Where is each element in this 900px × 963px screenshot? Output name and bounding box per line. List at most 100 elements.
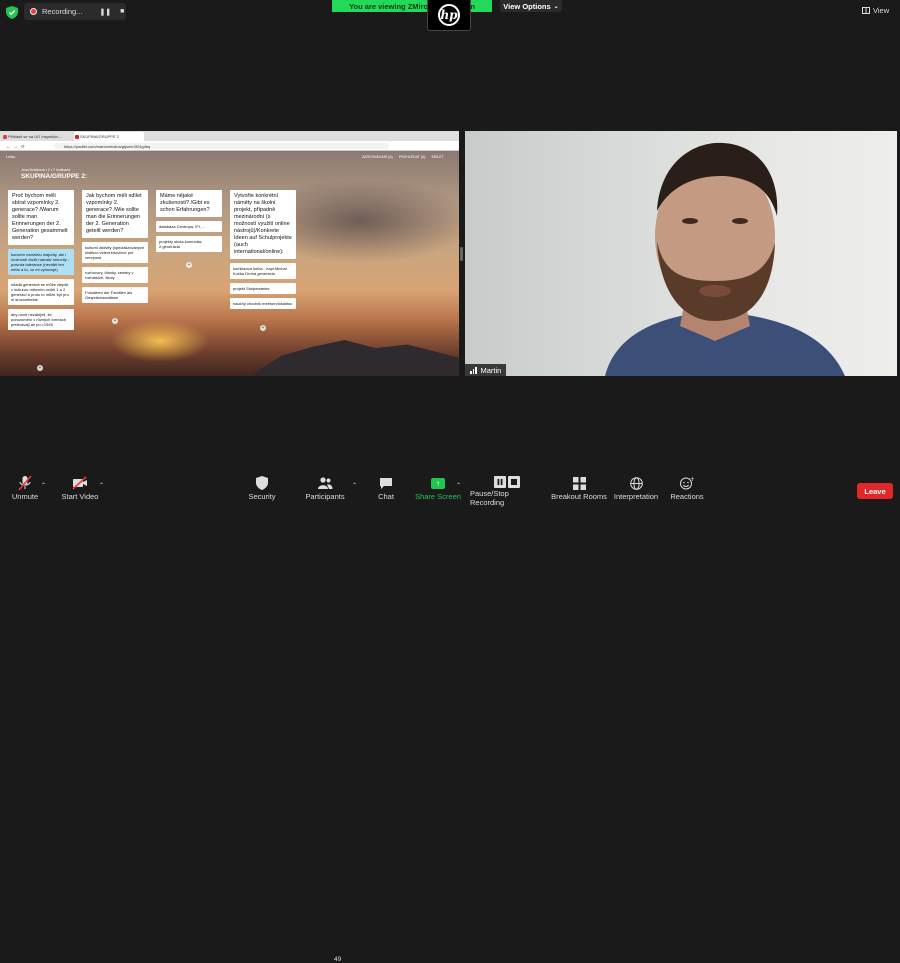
meeting-toolbar: Unmute ⌃ Start Video ⌃ Security Particip… [0, 474, 900, 963]
url-text: https://padlet.com/mariomirulina/gtjluhe… [64, 143, 151, 149]
start-video-label: Start Video [61, 492, 99, 501]
svg-text:+: + [690, 476, 694, 483]
splitter-handle[interactable] [460, 247, 463, 261]
participant-person [605, 142, 845, 376]
globe-icon [629, 474, 643, 492]
interpretation-button[interactable]: Interpretation [612, 474, 660, 507]
unmute-label: Unmute [11, 492, 39, 501]
chevron-down-icon: ⌄ [553, 3, 559, 10]
participant-name: Martin [480, 365, 502, 375]
hp-logo: hp [438, 4, 460, 26]
browser-tab-label: SKUPINA/GRUPPE 2 [80, 134, 119, 139]
participant-name-tag: Martin [465, 364, 507, 376]
stop-icon[interactable]: ■ [120, 8, 124, 15]
browser-address-bar: ←→⟳ https://padlet.com/mariomirulina/gtj… [0, 141, 459, 151]
participants-button[interactable]: Participants [304, 474, 346, 507]
add-post-icon[interactable]: + [260, 325, 266, 331]
padlet-card[interactable]: projekt Stolpersteine [230, 283, 296, 294]
recording-indicator: Recording... ❚❚ ■ [24, 3, 126, 20]
padlet-column: Máme nějaké zkušenosti? /Gibt es schon E… [156, 190, 222, 256]
add-post-icon[interactable]: + [112, 318, 118, 324]
share-screen-label: Share Screen [415, 492, 461, 501]
video-off-icon [72, 474, 88, 492]
padlet-action[interactable]: ZAROVNÁVÁNÍ (A) [362, 155, 393, 159]
participants-count: 49 [334, 956, 342, 963]
interpretation-label: Interpretation [613, 492, 659, 501]
shared-screen[interactable]: Přihlásit se na UG Inspekční... SKUPINA/… [0, 131, 459, 376]
padlet-card[interactable]: projekty skola-komunita-2.generácia [156, 236, 222, 252]
add-post-icon[interactable]: + [37, 365, 43, 371]
browser-tab-active[interactable]: SKUPINA/GRUPPE 2 [74, 132, 144, 141]
reactions-button[interactable]: + Reactions [670, 474, 704, 507]
column-header[interactable]: Jak bychom měli sdílet vzpomínky 2. gene… [82, 190, 148, 238]
participants-icon [317, 474, 333, 492]
leave-button[interactable]: Leave [857, 483, 893, 499]
reactions-label: Reactions [670, 492, 704, 501]
view-options-button[interactable]: View Options ⌄ [500, 0, 562, 12]
security-shield-icon [256, 474, 268, 492]
padlet-card[interactable]: komiksová kniha - napr.Michal Kočka Druh… [230, 263, 296, 279]
column-header[interactable]: Proč bychom měli sbírat vzpomínky 2. gen… [8, 190, 74, 245]
padlet-header-actions: ZAROVNÁVÁNÍ (A) PROHLÉDAT (A) SDÍLET [362, 155, 444, 159]
video-caret-icon[interactable]: ⌃ [99, 482, 104, 489]
chat-label: Chat [378, 492, 394, 501]
padlet-column: Jak bychom měli sdílet vzpomínky 2. gene… [82, 190, 148, 307]
padlet-action[interactable]: SDÍLET [431, 155, 443, 159]
browser-tab[interactable]: Přihlásit se na UG Inspekční... [2, 132, 72, 141]
padlet-card[interactable]: Fotoalben der Familien als Gesprächsanlä… [82, 287, 148, 303]
padlet-card[interactable]: rozhovory, články, ceneky v rozhlasích, … [82, 267, 148, 283]
url-field[interactable]: https://padlet.com/mariomirulina/gtjluhe… [54, 143, 389, 149]
shield-icon[interactable] [6, 6, 18, 19]
view-button[interactable]: View [862, 4, 894, 17]
recording-label: Recording... [42, 7, 83, 16]
column-header[interactable]: Máme nějaké zkušenosti? /Gibt es schon E… [156, 190, 222, 217]
padlet-logo-link[interactable]: Lesko [6, 155, 15, 159]
grid-view-icon [862, 7, 870, 14]
pause-stop-recording-label: Pause/Stop Recording [470, 489, 509, 507]
participants-label: Participants [305, 492, 345, 501]
padlet-column: Proč bychom měli sbírat vzpomínky 2. gen… [8, 190, 74, 334]
mic-muted-icon [18, 474, 32, 492]
view-options-label: View Options [503, 1, 551, 11]
padlet-card[interactable]: aby nově nezabíjeli, že porozumění v růz… [8, 309, 74, 330]
participants-caret-icon[interactable]: ⌃ [352, 482, 357, 489]
chat-icon [379, 474, 393, 492]
unmute-caret-icon[interactable]: ⌃ [41, 482, 46, 489]
padlet-card[interactable]: mladá generace se může zlepšit v kulturo… [8, 279, 74, 305]
share-caret-icon[interactable]: ⌃ [456, 482, 461, 489]
record-dot-icon [30, 8, 37, 15]
favicon-icon [3, 134, 7, 139]
reactions-icon: + [680, 474, 694, 492]
shared-app-indicator[interactable]: hp [427, 0, 471, 31]
share-screen-icon: ↑ [431, 477, 445, 489]
padlet-action[interactable]: PROHLÉDAT (A) [399, 155, 426, 159]
padlet-column: Vytvořte konkrétní náměty na školní proj… [230, 190, 296, 313]
browser-nav-icons[interactable]: ←→⟳ [6, 144, 28, 150]
unmute-button[interactable]: Unmute [10, 474, 40, 507]
browser-tab-bar: Přihlásit se na UG Inspekční... SKUPINA/… [0, 131, 459, 141]
pause-stop-recording-button[interactable]: Pause/Stop Recording [470, 474, 544, 507]
signal-strength-icon [470, 366, 477, 374]
pause-stop-icon [494, 474, 520, 489]
security-label: Security [248, 492, 276, 501]
security-button[interactable]: Security [246, 474, 278, 507]
breakout-rooms-icon [572, 474, 586, 492]
breakout-rooms-button[interactable]: Breakout Rooms [551, 474, 607, 507]
padlet-card[interactable]: databáza Centropa, IFI, ... [156, 221, 222, 232]
favicon-icon [75, 134, 79, 139]
participant-video[interactable] [465, 131, 897, 376]
view-label: View [873, 6, 890, 15]
padlet-card[interactable]: koncem narrativu majority, ale i možnost… [8, 249, 74, 275]
column-header[interactable]: Vytvořte konkrétní náměty na školní proj… [230, 190, 296, 259]
share-screen-button[interactable]: ↑ Share Screen [415, 474, 461, 507]
chat-button[interactable]: Chat [374, 474, 398, 507]
breakout-rooms-label: Breakout Rooms [551, 492, 607, 501]
padlet-card[interactable]: kulturní aktivity (specializovaných inst… [82, 242, 148, 263]
pause-icon[interactable]: ❚❚ [99, 8, 111, 16]
start-video-button[interactable]: Start Video [60, 474, 100, 507]
padlet-title: SKUPINA/GRUPPE 2: [21, 173, 88, 180]
padlet-card[interactable]: naučný chodník meetom/lokalitou [230, 298, 296, 309]
padlet-author: Jana Mráčková • 2 • 7 hodinami [21, 168, 71, 172]
browser-tab-label: Přihlásit se na UG Inspekční... [8, 134, 62, 139]
add-post-icon[interactable]: + [186, 262, 192, 268]
